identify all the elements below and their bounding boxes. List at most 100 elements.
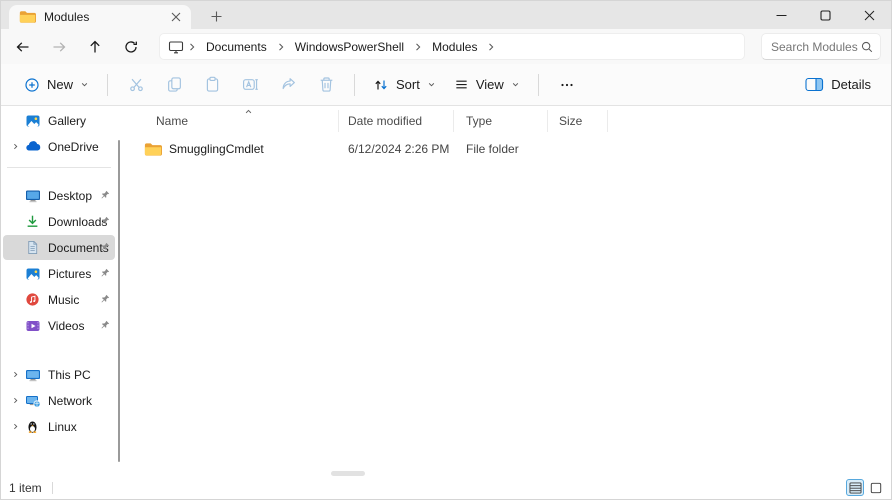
pin-icon — [99, 293, 111, 305]
sort-button-label: Sort — [396, 77, 420, 92]
status-bar: 1 item — [1, 477, 891, 499]
address-bar[interactable]: Documents WindowsPowerShell Modules — [159, 33, 745, 60]
more-options-button[interactable] — [548, 69, 586, 101]
view-list-icon — [454, 77, 469, 92]
sidebar-item-onedrive[interactable]: OneDrive — [3, 134, 115, 159]
column-header-name[interactable]: Name — [131, 110, 339, 132]
sidebar-item-desktop[interactable]: Desktop — [3, 183, 115, 208]
details-pane-button[interactable]: Details — [797, 69, 879, 101]
paste-button[interactable] — [193, 69, 231, 101]
pin-icon — [99, 189, 111, 201]
rename-button[interactable] — [231, 69, 269, 101]
onedrive-cloud-icon — [24, 139, 41, 155]
sidebar-item-linux[interactable]: Linux — [3, 414, 115, 439]
sidebar-scrollbar[interactable] — [118, 140, 120, 462]
delete-button[interactable] — [307, 69, 345, 101]
search-box[interactable] — [761, 33, 881, 60]
file-explorer-window: Modules — [0, 0, 892, 500]
toolbar-separator — [538, 74, 539, 96]
sort-button[interactable]: Sort — [364, 69, 445, 101]
chevron-down-icon — [80, 80, 89, 89]
file-row-smugglingcmdlet[interactable]: SmugglingCmdlet 6/12/2024 2:26 PM File f… — [131, 138, 891, 160]
new-tab-button[interactable] — [203, 6, 229, 26]
search-input[interactable] — [771, 40, 860, 54]
search-icon[interactable] — [860, 40, 874, 54]
navigation-bar: Documents WindowsPowerShell Modules — [1, 29, 891, 64]
breadcrumb-windowspowershell[interactable]: WindowsPowerShell — [289, 37, 410, 57]
sidebar-item-label: This PC — [48, 368, 91, 382]
navigation-pane: Gallery OneDrive Desktop — [1, 106, 123, 477]
column-headers: Name Date modified Type Size — [131, 108, 891, 134]
view-button[interactable]: View — [445, 69, 529, 101]
breadcrumb-chevron-icon[interactable] — [186, 41, 198, 53]
sidebar-item-gallery[interactable]: Gallery — [3, 108, 115, 133]
breadcrumb-chevron-icon[interactable] — [412, 41, 424, 53]
column-header-size[interactable]: Size — [548, 110, 608, 132]
titlebar: Modules — [1, 1, 891, 29]
window-controls — [759, 1, 891, 29]
pictures-icon — [24, 266, 41, 282]
ellipsis-icon — [559, 77, 575, 93]
explorer-tab[interactable]: Modules — [9, 5, 191, 29]
sidebar-item-label: Pictures — [48, 267, 91, 281]
file-date-modified: 6/12/2024 2:26 PM — [339, 142, 454, 156]
linux-penguin-icon — [24, 419, 41, 435]
folder-icon — [144, 142, 162, 157]
file-list-pane: Name Date modified Type Size SmugglingCm… — [123, 106, 891, 477]
sidebar-item-pictures[interactable]: Pictures — [3, 261, 115, 286]
chevron-right-icon[interactable] — [7, 370, 24, 379]
details-button-label: Details — [831, 77, 871, 92]
chevron-right-icon[interactable] — [7, 142, 24, 151]
downloads-icon — [24, 214, 41, 230]
network-icon — [24, 393, 41, 409]
view-toggle-group — [846, 479, 885, 496]
new-plus-circle-icon — [24, 77, 40, 93]
column-header-type[interactable]: Type — [454, 110, 548, 132]
tab-close-icon[interactable] — [167, 8, 185, 26]
toolbar-separator — [107, 74, 108, 96]
sidebar-item-documents[interactable]: Documents — [3, 235, 115, 260]
pin-icon — [99, 267, 111, 279]
breadcrumb-documents[interactable]: Documents — [200, 37, 273, 57]
column-header-date-modified[interactable]: Date modified — [339, 110, 454, 132]
toolbar-separator — [354, 74, 355, 96]
chevron-right-icon[interactable] — [7, 396, 24, 405]
minimize-button[interactable] — [759, 1, 803, 29]
large-icons-view-toggle[interactable] — [867, 479, 885, 496]
content-area: Gallery OneDrive Desktop — [1, 106, 891, 477]
breadcrumb-chevron-icon[interactable] — [275, 41, 287, 53]
breadcrumb-chevron-icon[interactable] — [485, 41, 497, 53]
breadcrumb-modules[interactable]: Modules — [426, 37, 483, 57]
close-button[interactable] — [847, 1, 891, 29]
chevron-right-icon[interactable] — [7, 422, 24, 431]
sidebar-item-network[interactable]: Network — [3, 388, 115, 413]
back-button[interactable] — [5, 32, 41, 62]
sidebar-item-music[interactable]: Music — [3, 287, 115, 312]
sidebar-item-downloads[interactable]: Downloads — [3, 209, 115, 234]
status-separator — [52, 482, 53, 494]
new-button-label: New — [47, 77, 73, 92]
horizontal-scrollbar-thumb[interactable] — [331, 471, 365, 476]
item-count: 1 item — [9, 481, 42, 495]
copy-button[interactable] — [155, 69, 193, 101]
share-button[interactable] — [269, 69, 307, 101]
cut-button[interactable] — [117, 69, 155, 101]
sidebar-item-label: Network — [48, 394, 92, 408]
details-view-icon — [849, 482, 862, 494]
chevron-down-icon — [511, 80, 520, 89]
new-button[interactable]: New — [15, 69, 98, 101]
details-pane-icon — [805, 77, 824, 92]
forward-button[interactable] — [41, 32, 77, 62]
refresh-button[interactable] — [113, 32, 149, 62]
sidebar-item-this-pc[interactable]: This PC — [3, 362, 115, 387]
pin-icon — [99, 319, 111, 331]
this-pc-monitor-icon[interactable] — [168, 39, 184, 55]
file-type: File folder — [454, 142, 548, 156]
sort-ascending-caret-icon[interactable] — [243, 106, 254, 117]
maximize-button[interactable] — [803, 1, 847, 29]
up-button[interactable] — [77, 32, 113, 62]
details-view-toggle[interactable] — [846, 479, 864, 496]
sidebar-item-videos[interactable]: Videos — [3, 313, 115, 338]
desktop-icon — [24, 188, 41, 204]
tab-title: Modules — [44, 10, 167, 24]
